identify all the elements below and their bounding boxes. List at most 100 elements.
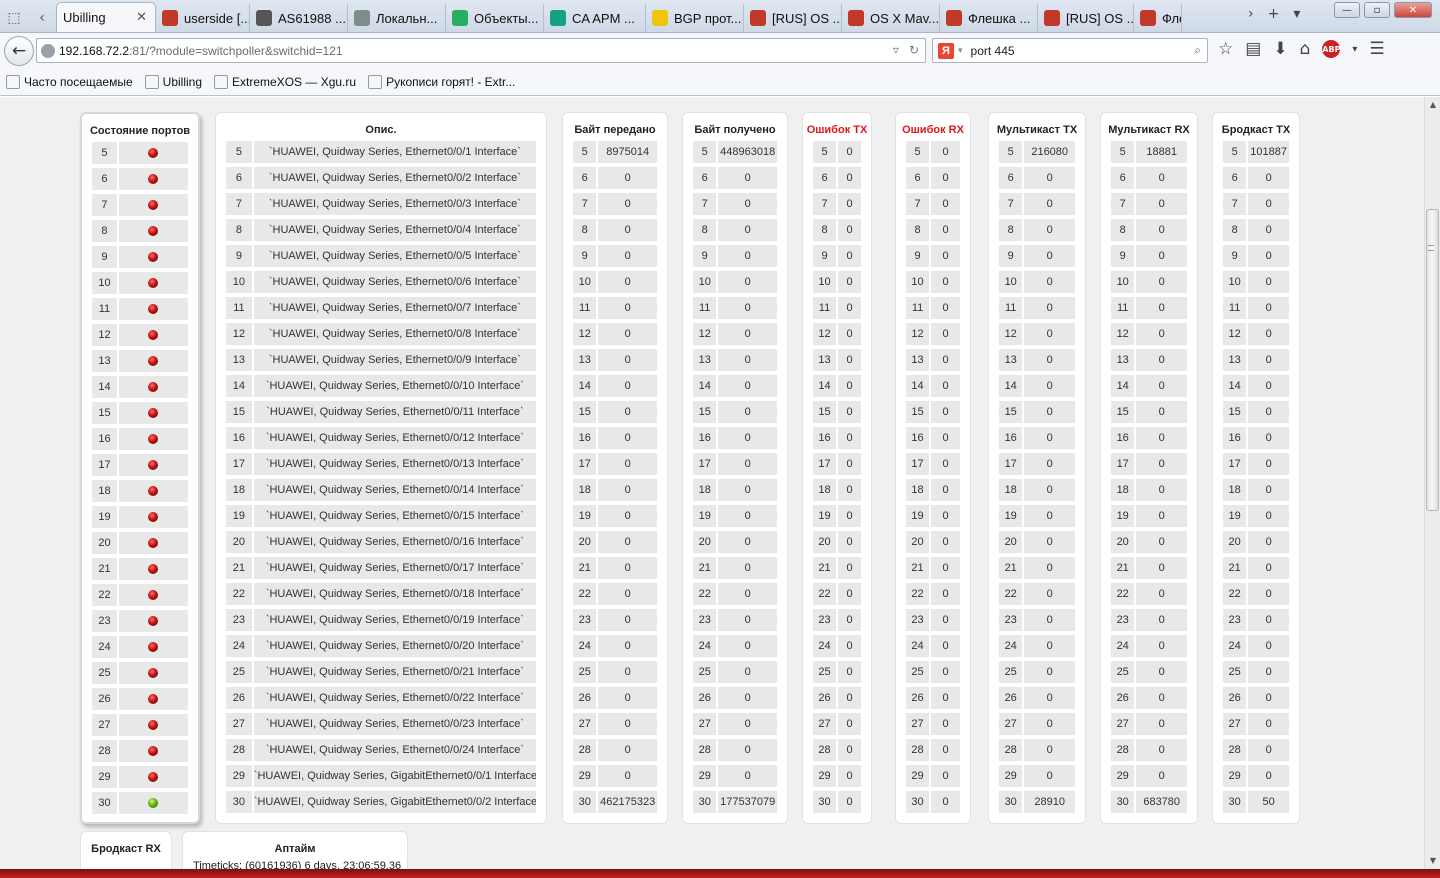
tab-2[interactable]: AS61988 ... [250,4,348,32]
value-cell: 0 [1024,427,1075,449]
table-row: 23 0 [693,609,777,635]
port-number: 19 [226,505,252,527]
port-number: 14 [999,375,1023,397]
scroll-up-icon[interactable]: ▲ [1425,97,1440,113]
tab-6[interactable]: BGP прот... [646,4,744,32]
value-cell: 0 [838,375,861,397]
bookmark-star-icon[interactable]: ☆ [1218,39,1233,59]
value-cell: 0 [1024,609,1075,631]
tab-8[interactable]: OS X Mav... [842,4,940,32]
port-number: 8 [999,219,1023,241]
table-row: 14 0 [573,375,657,401]
url-dropdown-icon[interactable]: ▿ [893,43,899,57]
value-cell: 0 [931,245,960,267]
port-number: 26 [92,688,117,710]
table-row: 18 0 [906,479,960,505]
minimize-icon[interactable]: — [1334,2,1360,18]
table-row: 16 0 [1111,427,1187,453]
port-number: 29 [906,765,930,787]
tab-scroll-right-icon[interactable]: › [1248,6,1254,22]
bookmark-item[interactable]: Часто посещаемые [6,75,133,89]
table-row: 11 0 [1223,297,1289,323]
adblock-dropdown-icon[interactable]: ▾ [1352,44,1357,55]
url-bar[interactable]: 192.168.72.2:81/?module=switchpoller&swi… [36,38,926,63]
tab-list-icon[interactable]: ▾ [1293,6,1300,22]
bookmark-item[interactable]: Рукописи горят! - Extr... [368,75,515,89]
table-row: 21 0 [906,557,960,583]
value-cell: 0 [838,141,861,163]
table-row: 25 0 [999,661,1075,687]
port-number: 22 [999,583,1023,605]
table-row: 50 [906,141,960,167]
home-icon[interactable]: ⌂ [1300,39,1311,59]
tab-7[interactable]: [RUS] OS ... [744,4,842,32]
engine-dropdown-icon[interactable]: ▾ [958,45,963,56]
search-input[interactable]: Я ▾ port 445 ⌕ [932,38,1208,63]
tab-groups-icon[interactable]: ⬚ [0,4,28,32]
value-cell: 0 [931,427,960,449]
menu-icon[interactable]: ☰ [1369,39,1384,59]
value-cell: `HUAWEI, Quidway Series, Ethernet0/0/21 … [253,661,536,683]
vertical-scrollbar[interactable]: ▲ ▼ [1424,97,1440,869]
downloads-icon[interactable]: ⬇ [1273,39,1287,59]
bookmark-item[interactable]: Ubilling [144,75,202,89]
value-cell: 0 [838,635,861,657]
tab-5[interactable]: CA APM ... [544,4,646,32]
tab-4[interactable]: Объекты... [446,4,544,32]
port-number: 29 [226,765,252,787]
value-cell: 0 [598,531,657,553]
tab-0[interactable]: Ubilling ✕ [56,2,156,32]
scrollbar-thumb[interactable] [1426,209,1439,511]
tab-9[interactable]: Флешка ... [940,4,1038,32]
bookmarks-menu-icon[interactable]: ▤ [1245,39,1261,59]
tab-1[interactable]: userside [... [156,4,250,32]
bug-icon [1140,10,1156,26]
tab-close-icon[interactable]: ✕ [126,10,147,25]
value-cell: `HUAWEI, Quidway Series, Ethernet0/0/23 … [253,713,536,735]
adblock-icon[interactable]: ABP [1322,40,1340,58]
table-row: 24 0 [693,635,777,661]
value-cell: `HUAWEI, Quidway Series, Ethernet0/0/14 … [253,479,536,501]
table-row: 19 0 [813,505,861,531]
scroll-down-icon[interactable]: ▼ [1425,853,1440,869]
value-cell: `HUAWEI, Quidway Series, GigabitEthernet… [253,791,536,813]
port-number: 26 [1223,687,1247,709]
table-row: 27 0 [573,713,657,739]
port-down-icon [148,486,159,496]
table-row: 13 0 [999,349,1075,375]
site-identity-icon[interactable] [41,43,55,58]
reload-icon[interactable]: ↻ [909,43,919,57]
maximize-icon[interactable]: ▫ [1364,2,1390,18]
table-row: 28 0 [693,739,777,765]
value-cell: 0 [1024,271,1075,293]
table-row: 20 0 [1111,531,1187,557]
table-row: 24 `HUAWEI, Quidway Series, Ethernet0/0/2… [226,635,536,661]
value-cell: 0 [1136,349,1187,371]
value-cell: 0 [1248,375,1289,397]
back-icon[interactable]: ← [4,36,34,66]
tab-3[interactable]: Локальн... [348,4,446,32]
value-cell: 0 [931,583,960,605]
window-close-icon[interactable]: ✕ [1394,2,1432,18]
value-cell: 0 [1136,479,1187,501]
value-cell: 0 [1024,323,1075,345]
search-icon[interactable]: ⌕ [1194,43,1201,58]
yandex-icon[interactable]: Я [938,42,954,59]
tab-10[interactable]: [RUS] OS ... [1038,4,1134,32]
value-cell: 0 [1136,375,1187,397]
tab-scroll-left-icon[interactable]: ‹ [28,4,56,32]
port-down-icon [148,174,159,184]
value-cell: `HUAWEI, Quidway Series, Ethernet0/0/3 I… [253,193,536,215]
port-number: 17 [573,453,597,475]
port-number: 8 [573,219,597,241]
tab-11[interactable]: Флеш [1134,4,1182,32]
table-row: 19 `HUAWEI, Quidway Series, Ethernet0/0/1… [226,505,536,531]
mozilla-icon [6,75,20,89]
table-row: 21 `HUAWEI, Quidway Series, Ethernet0/0/1… [226,557,536,583]
port-number: 16 [573,427,597,449]
port-number: 9 [573,245,597,267]
bookmark-item[interactable]: ExtremeXOS — Xgu.ru [214,75,356,89]
port-number: 6 [573,167,597,189]
new-tab-icon[interactable]: + [1268,6,1280,22]
table-row: 80 [813,219,861,245]
